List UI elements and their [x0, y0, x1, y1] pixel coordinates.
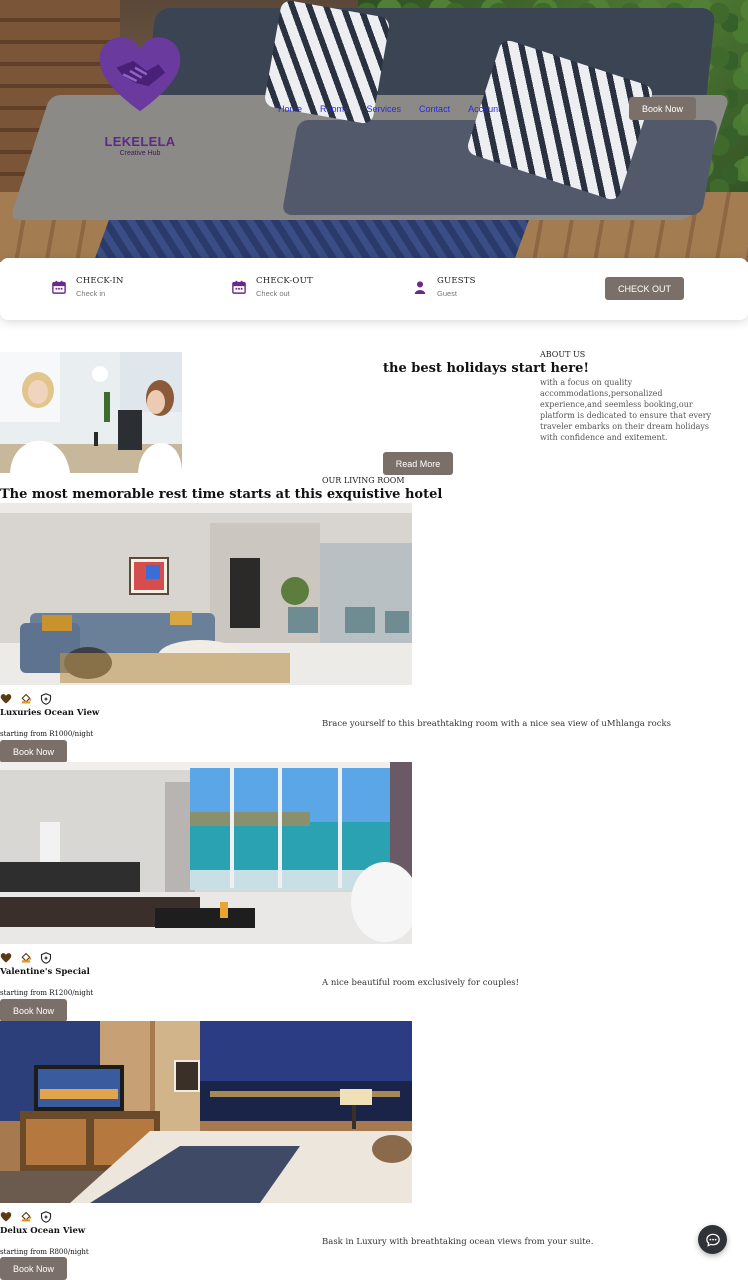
about-reception-image [0, 352, 182, 473]
heart-icon[interactable] [0, 952, 12, 964]
shield-icon[interactable] [40, 1211, 52, 1223]
nav-link-contact[interactable]: Contact [419, 104, 450, 114]
room-image-ocean-bedroom [0, 762, 412, 944]
heart-icon[interactable] [0, 693, 12, 705]
nav-link-account[interactable]: Account [468, 104, 501, 114]
user-icon [414, 281, 426, 294]
brand-name: LEKELELA [104, 134, 176, 149]
room-book-now-button[interactable]: Book Now [0, 740, 67, 763]
check-out-button[interactable]: CHECK OUT [605, 277, 684, 300]
chat-bubble-icon [705, 1233, 720, 1247]
hero-book-now-button[interactable]: Book Now [629, 97, 696, 120]
about-description: with a focus on quality accommodations,p… [540, 378, 712, 442]
living-room-heading: The most memorable rest time starts at t… [0, 487, 443, 502]
brand-logo[interactable]: LEKELELA Creative Hub [92, 34, 188, 158]
room-name: Valentine's Special [0, 967, 90, 977]
check-in-label: CHECK-IN [76, 276, 124, 286]
room-price: starting from R1200/night [0, 989, 94, 997]
nav-link-services[interactable]: Services [367, 104, 402, 114]
check-out-value: Check out [256, 289, 290, 298]
guests-field[interactable]: GUESTS Guest [413, 276, 476, 298]
paint-bucket-icon[interactable] [20, 1211, 32, 1223]
room-feature-icons [0, 1210, 52, 1224]
read-more-button[interactable]: Read More [383, 452, 453, 475]
calendar-icon [232, 280, 246, 294]
booking-bar: CHECK-IN Check in CHECK-OUT Check out GU… [0, 258, 748, 320]
room-feature-icons [0, 692, 52, 706]
check-out-field[interactable]: CHECK-OUT Check out [232, 276, 313, 298]
guests-label: GUESTS [437, 276, 476, 286]
paint-bucket-icon[interactable] [20, 693, 32, 705]
nav-link-rooms[interactable]: Rooms [320, 104, 349, 114]
handshake-heart-icon [99, 37, 181, 112]
room-name: Delux Ocean View [0, 1226, 86, 1236]
room-book-now-button[interactable]: Book Now [0, 1257, 67, 1280]
room-feature-icons [0, 951, 52, 965]
room-description: Brace yourself to this breathtaking room… [322, 719, 671, 729]
calendar-icon [52, 280, 66, 294]
room-description: A nice beautiful room exclusively for co… [322, 978, 520, 988]
nav-link-home[interactable]: Home [278, 104, 302, 114]
room-image-city-suite [0, 1021, 412, 1203]
room-price: starting from R1000/night [0, 730, 94, 738]
about-heading: the best holidays start here! [383, 361, 590, 376]
check-in-value: Check in [76, 289, 106, 298]
room-price: starting from R800/night [0, 1248, 89, 1256]
heart-icon[interactable] [0, 1211, 12, 1223]
paint-bucket-icon[interactable] [20, 952, 32, 964]
check-out-label: CHECK-OUT [256, 276, 313, 286]
room-image-living [0, 503, 412, 685]
chat-button[interactable] [698, 1225, 727, 1254]
hero-banner: LEKELELA Creative Hub Home Rooms Service… [0, 0, 748, 262]
main-nav: Home Rooms Services Contact Account [278, 104, 501, 114]
room-book-now-button[interactable]: Book Now [0, 999, 67, 1022]
room-name: Luxuries Ocean View [0, 708, 100, 718]
living-room-label: OUR LIVING ROOM [322, 476, 405, 485]
room-description: Bask in Luxury with breathtaking ocean v… [322, 1237, 594, 1247]
check-in-field[interactable]: CHECK-IN Check in [52, 276, 124, 298]
shield-icon[interactable] [40, 693, 52, 705]
brand-tagline: Creative Hub [119, 150, 161, 157]
shield-icon[interactable] [40, 952, 52, 964]
about-section-label: ABOUT US [540, 350, 586, 359]
guests-value: Guest [437, 289, 458, 298]
